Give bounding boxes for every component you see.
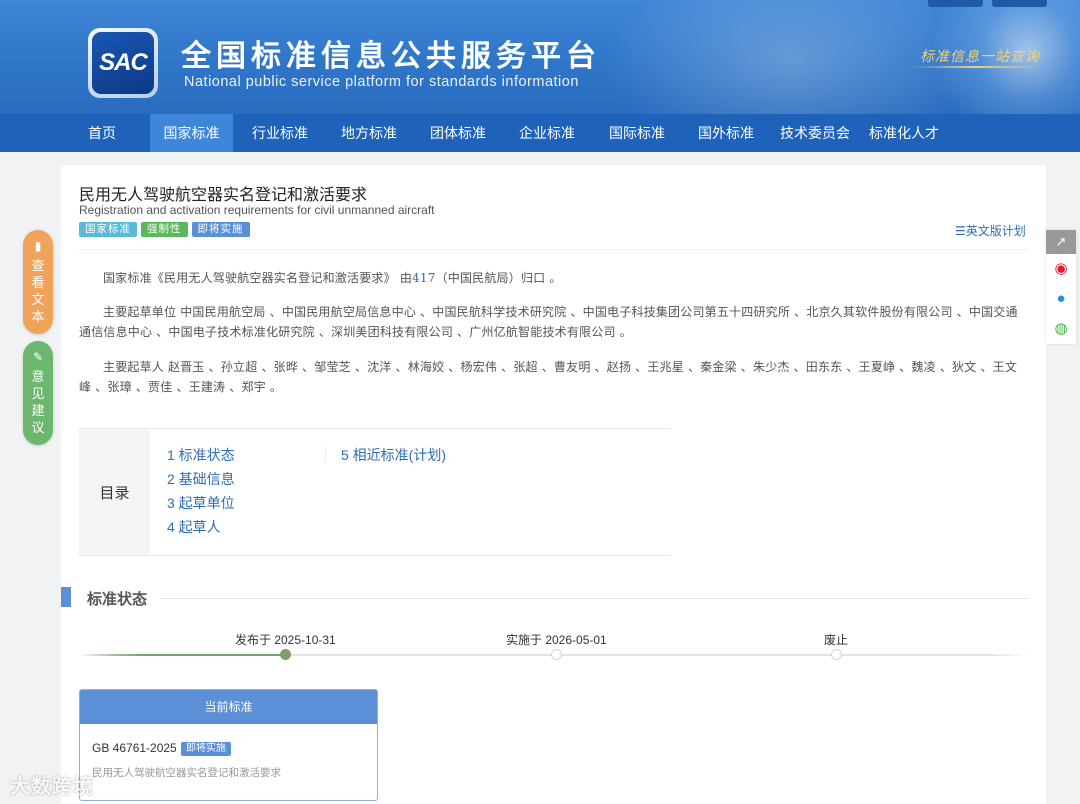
site-header: SAC 全国标准信息公共服务平台 National public service… bbox=[0, 0, 1080, 114]
slogan-underline bbox=[912, 66, 1042, 68]
main-nav: 首页 国家标准 行业标准 地方标准 团体标准 企业标准 国际标准 国外标准 技术… bbox=[0, 114, 1080, 152]
toc-item-drafters[interactable]: 4 起草人 bbox=[167, 517, 221, 537]
share-panel: ↗ ◉ ● ◍ bbox=[1046, 230, 1076, 344]
view-text-char: 本 bbox=[31, 309, 45, 324]
feedback-button[interactable]: ✎ 意 见 建 议 bbox=[23, 341, 53, 445]
standard-title-en: Registration and activation requirements… bbox=[79, 203, 435, 217]
timeline-dot-published bbox=[280, 649, 291, 660]
weibo-icon[interactable]: ◉ bbox=[1046, 254, 1076, 284]
english-plan-label: 英文版计划 bbox=[965, 224, 1026, 238]
section-divider bbox=[160, 598, 1029, 599]
table-of-contents: 目录 1 标准状态 2 基础信息 3 起草单位 4 起草人 5 相近标准(计划) bbox=[79, 428, 671, 556]
nav-item-enterprise[interactable]: 企业标准 bbox=[507, 114, 587, 152]
intro-suffix: （中国民航局）归口 。 bbox=[435, 271, 562, 285]
tag-upcoming: 即将实施 bbox=[191, 222, 250, 237]
committee-link[interactable]: 417 bbox=[412, 271, 436, 285]
site-title: 全国标准信息公共服务平台 bbox=[181, 39, 601, 74]
share-icon[interactable]: ↗ bbox=[1046, 230, 1076, 254]
view-text-char: 看 bbox=[31, 275, 45, 290]
nav-item-local[interactable]: 地方标准 bbox=[329, 114, 409, 152]
view-text-char: 查 bbox=[31, 258, 45, 273]
tag-national-standard: 国家标准 bbox=[79, 222, 137, 237]
timeline-progress bbox=[79, 654, 286, 656]
toc-separator bbox=[325, 446, 326, 462]
toc-item-basic-info[interactable]: 2 基础信息 bbox=[167, 469, 235, 489]
timeline-label-abolished: 废止 bbox=[824, 633, 849, 647]
edit-icon: ✎ bbox=[32, 350, 44, 364]
nav-item-group[interactable]: 团体标准 bbox=[418, 114, 498, 152]
standard-tags: 国家标准 强制性 即将实施 bbox=[79, 222, 250, 237]
wechat-icon[interactable]: ◍ bbox=[1046, 314, 1076, 344]
sac-logo[interactable]: SAC bbox=[88, 28, 158, 98]
section-title-status: 标准状态 bbox=[87, 591, 148, 608]
english-plan-link[interactable]: ☰英文版计划 bbox=[955, 222, 1026, 239]
feedback-char: 建 bbox=[31, 403, 45, 418]
nav-item-committee[interactable]: 技术委员会 bbox=[772, 114, 858, 152]
drafting-units-paragraph: 主要起草单位 中国民用航空局 、中国民用航空局信息中心 、中国民航科学技术研究院… bbox=[79, 305, 1018, 339]
top-link-button[interactable] bbox=[928, 0, 983, 7]
view-text-char: 文 bbox=[31, 292, 45, 307]
list-icon: ☰ bbox=[955, 224, 966, 238]
current-standard-card[interactable]: 当前标准 GB 46761-2025 即将实施 民用无人驾驶航空器实名登记和激活… bbox=[79, 689, 378, 801]
site-subtitle: National public service platform for sta… bbox=[184, 74, 579, 90]
standard-title: 民用无人驾驶航空器实名登记和激活要求 bbox=[79, 187, 368, 204]
current-standard-name: 民用无人驾驶航空器实名登记和激活要求 bbox=[92, 767, 281, 779]
toc-item-status[interactable]: 1 标准状态 bbox=[167, 445, 235, 465]
toc-item-related[interactable]: 5 相近标准(计划) bbox=[341, 445, 446, 465]
nav-item-foreign[interactable]: 国外标准 bbox=[686, 114, 766, 152]
tag-mandatory: 强制性 bbox=[141, 222, 188, 237]
sac-logo-text: SAC bbox=[92, 32, 154, 94]
toc-item-drafting-units[interactable]: 3 起草单位 bbox=[167, 493, 235, 513]
nav-item-international[interactable]: 国际标准 bbox=[597, 114, 677, 152]
current-standard-header: 当前标准 bbox=[80, 690, 377, 724]
divider bbox=[79, 249, 1029, 250]
view-text-button[interactable]: ▮ 查 看 文 本 bbox=[23, 230, 53, 334]
nav-item-talent[interactable]: 标准化人才 bbox=[862, 114, 946, 152]
feedback-char: 意 bbox=[31, 369, 45, 384]
feedback-char: 见 bbox=[31, 386, 45, 401]
timeline-dot-abolished bbox=[831, 649, 842, 660]
nav-item-industry[interactable]: 行业标准 bbox=[240, 114, 320, 152]
current-standard-tag: 即将实施 bbox=[181, 742, 231, 756]
document-icon: ▮ bbox=[34, 239, 42, 253]
toc-label: 目录 bbox=[79, 429, 150, 555]
feedback-char: 议 bbox=[31, 420, 45, 435]
drafters-paragraph: 主要起草人 赵晋玉 、孙立超 、张晔 、邹莹芝 、沈洋 、林海姣 、杨宏伟 、张… bbox=[79, 360, 1018, 394]
section-marker bbox=[61, 587, 71, 607]
watermark: 大数跨境 bbox=[10, 776, 94, 798]
timeline-label-effective: 实施于 2026-05-01 bbox=[506, 633, 607, 647]
current-standard-code: GB 46761-2025 bbox=[92, 741, 177, 755]
nav-item-home[interactable]: 首页 bbox=[72, 114, 132, 152]
timeline-label-published: 发布于 2025-10-31 bbox=[235, 633, 336, 647]
top-link-button[interactable] bbox=[992, 0, 1047, 7]
timeline-dot-effective bbox=[551, 649, 562, 660]
intro-prefix: 国家标准《民用无人驾驶航空器实名登记和激活要求》 由 bbox=[103, 271, 413, 285]
qq-icon[interactable]: ● bbox=[1046, 284, 1076, 314]
intro-paragraph: 国家标准《民用无人驾驶航空器实名登记和激活要求》 由417（中国民航局）归口 。 bbox=[79, 268, 1029, 288]
site-slogan: 标准信息一站查询 bbox=[920, 48, 1040, 64]
nav-item-national[interactable]: 国家标准 bbox=[150, 114, 233, 152]
